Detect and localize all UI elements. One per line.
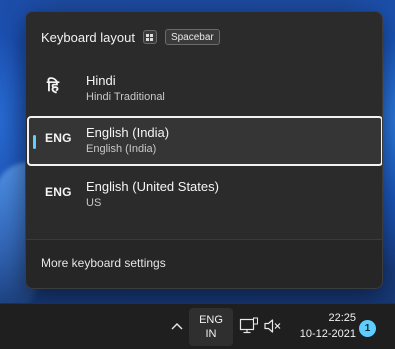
layout-code: हि [47,78,60,95]
layout-item-hindi[interactable]: हि Hindi Hindi Traditional [28,64,382,114]
selection-indicator [33,135,36,149]
layout-subtitle: Hindi Traditional [86,91,165,103]
layout-item-english-us[interactable]: ENG English (United States) US [28,170,382,220]
chevron-up-icon[interactable] [168,319,186,333]
more-keyboard-settings-link[interactable]: More keyboard settings [41,256,166,270]
keyboard-layout-flyout: Keyboard layout Spacebar हि Hindi Hindi … [25,11,383,289]
spacebar-key-badge: Spacebar [164,29,220,45]
layout-code: ENG [45,185,72,199]
flyout-header: Keyboard layout Spacebar [41,28,220,46]
layout-title: English (India) [86,125,170,140]
lang-line2: IN [205,328,217,340]
clock-date: 10-12-2021 [299,328,356,340]
layout-subtitle: US [86,197,102,209]
input-language-button[interactable]: ENG IN [189,308,233,346]
layout-subtitle: English (India) [86,143,157,155]
windows-key-icon [142,30,157,44]
network-monitor-icon[interactable] [239,317,259,335]
layout-title: Hindi [86,73,116,88]
clock[interactable]: 22:25 10-12-2021 [296,310,356,342]
flyout-title: Keyboard layout [41,29,135,45]
layout-item-english-india[interactable]: ENG English (India) English (India) [27,116,382,166]
taskbar: ENG IN 22:25 10-12-2021 1 [0,303,395,349]
layout-title: English (United States) [86,179,219,194]
notification-badge[interactable]: 1 [359,320,376,337]
volume-muted-icon[interactable] [263,317,283,335]
layout-code: ENG [45,131,72,145]
flyout-footer: More keyboard settings [26,239,382,288]
lang-line1: ENG [199,314,223,326]
clock-time: 22:25 [328,312,356,324]
